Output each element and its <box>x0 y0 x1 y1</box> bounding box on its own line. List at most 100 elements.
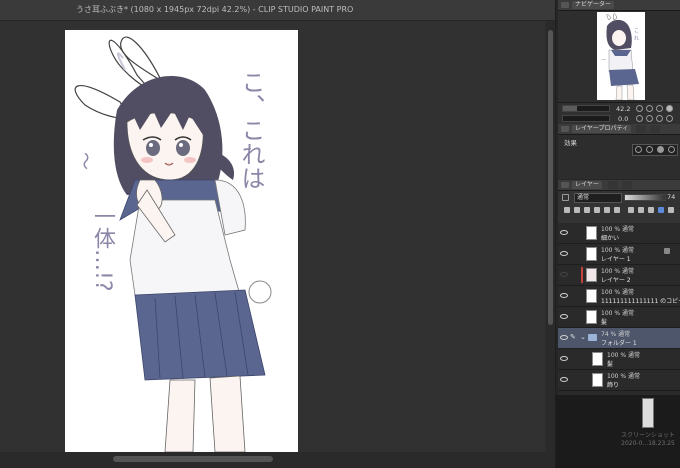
effect-color-icon[interactable] <box>657 146 664 153</box>
handwritten-line-2: 一体…!? <box>90 205 115 292</box>
tab-extra-2[interactable] <box>650 125 660 133</box>
layer-thumbnail <box>586 226 597 240</box>
eye-icon[interactable] <box>560 230 568 235</box>
effect-extract-icon[interactable] <box>668 146 675 153</box>
navigator-controls: 42.2 0.0 <box>558 102 680 125</box>
tab-extra-3[interactable] <box>608 181 618 189</box>
layer-row[interactable]: 100 % 通常 細かい <box>558 223 680 244</box>
layer-settings-icon[interactable] <box>664 248 670 254</box>
layer-opacity-mode: 100 % 通常 <box>601 247 634 254</box>
chevron-down-icon[interactable]: ⌄ <box>580 333 586 341</box>
palette-icon[interactable] <box>648 207 654 213</box>
opacity-value[interactable]: 74 <box>667 193 675 201</box>
flip-icon[interactable] <box>666 115 673 122</box>
navigator-preview-art: こ れ 一 <box>601 13 639 100</box>
mask-toggle-icon[interactable] <box>668 207 674 213</box>
layer-row[interactable]: 100 % 通常 111111111111111 のコピー <box>558 286 680 307</box>
ruler-icon[interactable] <box>638 207 644 213</box>
tab-navigator[interactable]: ナビゲーター <box>572 1 615 9</box>
layer-name: 髪 <box>607 361 614 368</box>
layer-row[interactable]: 100 % 通常 レイヤー 1 <box>558 244 680 265</box>
layer-row[interactable]: 100 % 通常 飾り <box>558 370 680 391</box>
effect-tone-icon[interactable] <box>646 146 653 153</box>
pen-icon: ✎ <box>570 333 576 341</box>
layer-row-selected[interactable]: ✎ ⌄ 74 % 通常 フォルダー 1 <box>558 328 680 349</box>
opacity-slider[interactable] <box>624 194 666 201</box>
draft-icon[interactable] <box>614 207 620 213</box>
svg-text:れ: れ <box>634 36 639 42</box>
eye-icon[interactable] <box>560 335 568 340</box>
horizontal-scroll-thumb[interactable] <box>113 456 273 462</box>
vertical-scroll-thumb[interactable] <box>548 30 553 325</box>
tab-layer-property[interactable]: レイヤープロパティ <box>572 125 632 133</box>
rotate-left-icon[interactable] <box>636 115 643 122</box>
folder-icon <box>588 334 597 341</box>
eye-icon[interactable] <box>560 377 568 382</box>
reference-icon[interactable] <box>604 207 610 213</box>
navigator-preview[interactable]: こ れ 一 <box>597 12 645 100</box>
title-bar: うさ耳ふぶき* (1080 x 1945px 72dpi 42.2%) - CL… <box>0 0 555 21</box>
handwritten-line-1: こ、これは <box>237 70 265 190</box>
reference-layer-icon[interactable] <box>564 207 570 213</box>
layer-name: レイヤー 1 <box>601 256 631 263</box>
layer-thumbnail <box>592 352 603 366</box>
clipping-indicator <box>581 267 583 283</box>
layer-name: レイヤー 2 <box>601 277 631 284</box>
layer-opacity-mode: 100 % 通常 <box>601 268 634 275</box>
panel-icon <box>561 126 569 132</box>
svg-text:一: 一 <box>601 58 606 64</box>
artwork-canvas[interactable]: こ、これは 一体…!? 〜 <box>65 30 298 452</box>
layer-thumbnail <box>586 289 597 303</box>
layer-thumbnail <box>586 310 597 324</box>
layer-opacity-mode: 100 % 通常 <box>601 310 634 317</box>
mask-icon[interactable] <box>628 207 634 213</box>
layer-name: 髪 <box>601 319 608 326</box>
layer-color-icon[interactable] <box>562 194 569 201</box>
clip-icon[interactable] <box>594 207 600 213</box>
layer-opacity-mode: 100 % 通常 <box>601 289 634 296</box>
tab-layer[interactable]: レイヤー <box>572 181 602 189</box>
layer-row[interactable]: 100 % 通常 髪 <box>558 349 680 370</box>
zoom-in-icon[interactable] <box>646 105 653 112</box>
svg-text:こ: こ <box>634 28 639 34</box>
reset-rotation-icon[interactable] <box>656 115 663 122</box>
layer-opacity-mode: 100 % 通常 <box>601 226 634 233</box>
effect-border-icon[interactable] <box>635 146 642 153</box>
rotate-right-icon[interactable] <box>646 115 653 122</box>
eye-icon[interactable] <box>560 356 568 361</box>
lock-transparent-icon[interactable] <box>584 207 590 213</box>
fit-icon[interactable] <box>656 105 663 112</box>
eye-icon[interactable] <box>560 251 568 256</box>
lock-icon[interactable] <box>574 207 580 213</box>
layer-property-tabbar: レイヤープロパティ <box>558 124 680 135</box>
layer-property-panel: 効果 <box>558 135 680 179</box>
layer-row[interactable]: 100 % 通常 髪 <box>558 307 680 328</box>
rotation-value[interactable]: 0.0 <box>618 115 628 123</box>
tab-extra-4[interactable] <box>622 181 632 189</box>
layer-row[interactable]: 100 % 通常 レイヤー 2 <box>558 265 680 286</box>
zoom-out-icon[interactable] <box>636 105 643 112</box>
eye-icon[interactable] <box>560 272 568 277</box>
navigator-tabbar: ナビゲーター <box>558 0 680 11</box>
layer-opacity-mode: 74 % 通常 <box>601 331 631 338</box>
horizontal-scrollbar[interactable] <box>0 452 555 468</box>
layer-thumbnail <box>592 373 603 387</box>
window-title: うさ耳ふぶき* (1080 x 1945px 72dpi 42.2%) - CL… <box>76 5 354 14</box>
eye-icon[interactable] <box>560 314 568 319</box>
zoom-value[interactable]: 42.2 <box>616 105 630 113</box>
actual-size-icon[interactable] <box>666 105 673 112</box>
rotation-slider[interactable] <box>562 115 610 122</box>
panel-icon <box>561 2 569 8</box>
effect-buttons[interactable] <box>632 144 678 156</box>
effect-label: 効果 <box>564 139 577 147</box>
screenshot-file-icon[interactable] <box>642 398 654 428</box>
layer-thumbnail <box>586 247 597 261</box>
layer-name: 111111111111111 のコピー <box>601 298 680 305</box>
screenshot-file-label[interactable]: スクリーンショット 2020-0...18.23.25 <box>618 432 678 448</box>
tab-extra-1[interactable] <box>636 125 646 133</box>
eye-icon[interactable] <box>560 293 568 298</box>
blend-mode-select[interactable]: 通常 <box>574 193 622 203</box>
zoom-slider-fill <box>563 106 577 111</box>
layer-opacity-mode: 100 % 通常 <box>607 352 640 359</box>
layer-color-toggle-icon[interactable] <box>658 207 664 213</box>
